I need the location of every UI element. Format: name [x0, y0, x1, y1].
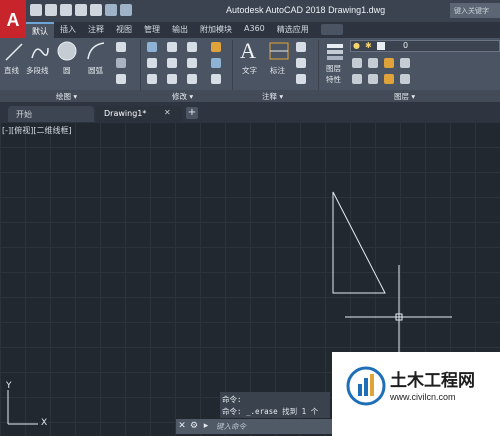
line-icon[interactable]	[4, 42, 24, 62]
offset-icon[interactable]	[211, 74, 221, 84]
arc-icon[interactable]	[86, 41, 106, 61]
watermark-logo-icon	[346, 366, 386, 406]
current-layer-name: 0	[403, 41, 409, 50]
layers-panel-title[interactable]: 图层 ▾	[394, 91, 415, 102]
ribbon-panel-titles: 绘图 ▾ 修改 ▾ 注释 ▾ 图层 ▾	[0, 90, 500, 102]
leader-icon[interactable]	[296, 58, 306, 68]
customize-icon[interactable]: ⚙	[188, 420, 200, 433]
copy-icon[interactable]	[147, 58, 157, 68]
new-file-icon[interactable]	[30, 4, 42, 16]
command-input-bar: ✕ ⚙ ▸ 键入命令	[176, 419, 336, 434]
dimension-button[interactable]: 标注	[270, 65, 285, 76]
tab-annotate[interactable]: 注释	[82, 22, 110, 38]
layer-tool-8-icon[interactable]	[400, 74, 410, 84]
linear-dimension-icon[interactable]	[296, 42, 306, 52]
tab-addins[interactable]: 附加模块	[194, 22, 238, 38]
command-input[interactable]: 键入命令	[216, 421, 246, 432]
fillet-icon[interactable]	[187, 58, 197, 68]
tab-manage[interactable]: 管理	[138, 22, 166, 38]
move-icon[interactable]	[147, 42, 157, 52]
sun-icon: ✱	[365, 41, 372, 50]
command-history: 命令: 命令: _.erase 找到 1 个	[220, 392, 330, 418]
line-button[interactable]: 直线	[4, 65, 19, 76]
rectangle-icon[interactable]	[116, 42, 126, 52]
layer-properties-label-2: 特性	[326, 75, 341, 84]
tab-insert[interactable]: 插入	[54, 22, 82, 38]
document-tabs: 开始 Drawing1* ✕ +	[0, 102, 500, 122]
draw-more-icon[interactable]	[116, 74, 126, 84]
ucs-y-label: Y	[6, 381, 12, 391]
close-command-line-icon[interactable]: ✕	[176, 420, 188, 433]
tab-home[interactable]: 默认	[26, 22, 54, 38]
layer-tool-7-icon[interactable]	[384, 74, 394, 84]
lightbulb-icon: ●	[353, 41, 360, 50]
erase-icon[interactable]	[211, 42, 221, 52]
scale-icon[interactable]	[167, 74, 177, 84]
mirror-icon[interactable]	[167, 58, 177, 68]
text-icon[interactable]: A	[240, 38, 256, 64]
save-icon[interactable]	[60, 4, 72, 16]
tab-a360[interactable]: A360	[238, 22, 271, 38]
rotate-icon[interactable]	[167, 42, 177, 52]
layer-tool-3-icon[interactable]	[384, 58, 394, 68]
arc-button[interactable]: 圆弧	[88, 65, 103, 76]
window-title: Autodesk AutoCAD 2018 Drawing1.dwg	[226, 5, 386, 15]
circle-button[interactable]: 圆	[63, 65, 71, 76]
tab-view[interactable]: 视图	[110, 22, 138, 38]
layer-tool-5-icon[interactable]	[352, 74, 362, 84]
layer-properties-label-1: 图层	[326, 64, 341, 73]
command-history-line-1: 命令:	[222, 395, 242, 404]
tab-start[interactable]: 开始	[8, 106, 94, 122]
command-prompt-icon[interactable]: ▸	[200, 420, 212, 433]
search-input[interactable]: 键入关键字	[450, 3, 500, 18]
layer-tool-4-icon[interactable]	[400, 58, 410, 68]
text-button[interactable]: 文字	[242, 65, 257, 76]
layer-tool-1-icon[interactable]	[352, 58, 362, 68]
watermark-url: www.civilcn.com	[390, 392, 456, 402]
new-tab-button[interactable]: +	[186, 107, 198, 119]
layer-color-swatch	[377, 42, 385, 50]
title-bar: Autodesk AutoCAD 2018 Drawing1.dwg 键入关键字	[0, 0, 500, 22]
dimension-icon[interactable]	[268, 41, 290, 61]
modify-panel-title[interactable]: 修改 ▾	[172, 91, 193, 102]
stretch-icon[interactable]	[147, 74, 157, 84]
polyline-icon[interactable]	[30, 42, 50, 62]
application-menu-button[interactable]: A	[0, 0, 26, 40]
explode-icon[interactable]	[211, 58, 221, 68]
ribbon-options-button[interactable]	[320, 24, 343, 35]
tab-output[interactable]: 输出	[166, 22, 194, 38]
print-icon[interactable]	[90, 4, 102, 16]
triangle-shape	[332, 191, 386, 294]
watermark: 土木工程网 www.civilcn.com	[332, 352, 500, 436]
undo-icon[interactable]	[105, 4, 117, 16]
circle-icon[interactable]	[56, 40, 78, 62]
close-tab-icon[interactable]: ✕	[164, 108, 171, 117]
redo-icon[interactable]	[120, 4, 132, 16]
layer-tool-6-icon[interactable]	[368, 74, 378, 84]
table-icon[interactable]	[296, 74, 306, 84]
ucs-x-label: X	[41, 418, 48, 428]
layer-dropdown[interactable]: ● ✱ 0	[350, 40, 500, 52]
quick-access-toolbar	[30, 4, 132, 16]
tab-featured-apps[interactable]: 精选应用	[271, 22, 315, 38]
command-history-line-2: 命令: _.erase 找到 1 个	[222, 407, 319, 416]
array-icon[interactable]	[187, 74, 197, 84]
hatch-icon[interactable]	[116, 58, 126, 68]
annotation-panel-title[interactable]: 注释 ▾	[262, 91, 283, 102]
ribbon-tabs: 默认 插入 注释 视图 管理 输出 附加模块 A360 精选应用	[26, 22, 500, 38]
layer-properties-icon[interactable]	[325, 41, 345, 61]
polyline-button[interactable]: 多段线	[26, 65, 49, 76]
layer-tool-2-icon[interactable]	[368, 58, 378, 68]
save-as-icon[interactable]	[75, 4, 87, 16]
draw-panel-title[interactable]: 绘图 ▾	[56, 91, 77, 102]
watermark-title: 土木工程网	[390, 371, 475, 391]
open-file-icon[interactable]	[45, 4, 57, 16]
trim-icon[interactable]	[187, 42, 197, 52]
